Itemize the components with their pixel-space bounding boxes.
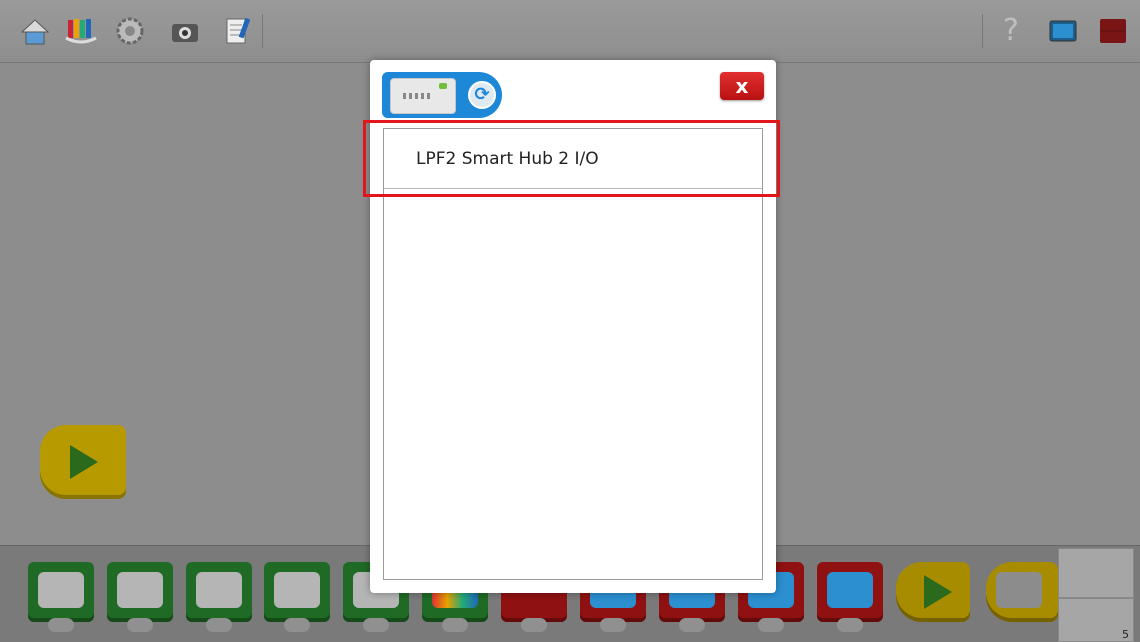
toolbar-divider xyxy=(982,14,983,48)
motor-off-icon xyxy=(196,572,242,608)
block-connector xyxy=(758,618,784,632)
rotate-ccw-icon xyxy=(274,572,320,608)
close-button[interactable]: x xyxy=(720,72,764,100)
motor-off-block[interactable] xyxy=(186,562,252,632)
sensor-value: 5 xyxy=(1122,628,1129,641)
display-icon[interactable] xyxy=(1046,14,1080,48)
help-icon[interactable]: ? xyxy=(994,14,1028,48)
block-connector xyxy=(127,618,153,632)
key-icon xyxy=(996,572,1042,608)
smart-hub-icon xyxy=(390,78,456,114)
microphone-tile[interactable]: 5 xyxy=(1058,598,1134,642)
connection-dialog: ⟳ x LPF2 Smart Hub 2 I/O xyxy=(370,60,776,593)
block-connector xyxy=(206,618,232,632)
shrink-icon xyxy=(827,572,873,608)
motor-power-block[interactable] xyxy=(28,562,94,632)
stop-icon[interactable] xyxy=(1096,14,1130,48)
block-connector xyxy=(837,618,863,632)
block-connector xyxy=(284,618,310,632)
device-item[interactable]: LPF2 Smart Hub 2 I/O xyxy=(384,129,762,189)
toolbar-divider xyxy=(262,14,263,48)
hub-tab[interactable]: ⟳ xyxy=(382,72,502,118)
block-connector xyxy=(442,618,468,632)
display-fullscreen-block[interactable] xyxy=(817,562,883,632)
device-list: LPF2 Smart Hub 2 I/O xyxy=(383,128,763,580)
start-palette-block[interactable] xyxy=(896,562,970,622)
refresh-button[interactable]: ⟳ xyxy=(468,81,496,109)
block-connector xyxy=(679,618,705,632)
motor-direction-ccw-block[interactable] xyxy=(264,562,330,632)
start-block[interactable] xyxy=(40,425,126,499)
top-toolbar: ? xyxy=(0,0,1140,63)
hourglass-icon xyxy=(117,572,163,608)
documentation-icon[interactable] xyxy=(220,14,254,48)
hub-connection-tile[interactable] xyxy=(1058,548,1134,598)
start-on-key-block[interactable] xyxy=(986,562,1058,622)
block-connector xyxy=(600,618,626,632)
block-connector xyxy=(363,618,389,632)
gear-icon[interactable] xyxy=(113,14,147,48)
home-icon[interactable] xyxy=(18,14,52,48)
play-icon xyxy=(70,445,98,479)
block-connector xyxy=(521,618,547,632)
hub-ports xyxy=(403,93,433,99)
design-library-icon[interactable] xyxy=(64,14,98,48)
block-connector xyxy=(48,618,74,632)
camera-icon[interactable] xyxy=(168,14,202,48)
hub-led xyxy=(439,83,447,89)
motor-power-icon xyxy=(38,572,84,608)
motor-on-for-block[interactable] xyxy=(107,562,173,632)
play-icon xyxy=(924,575,952,609)
